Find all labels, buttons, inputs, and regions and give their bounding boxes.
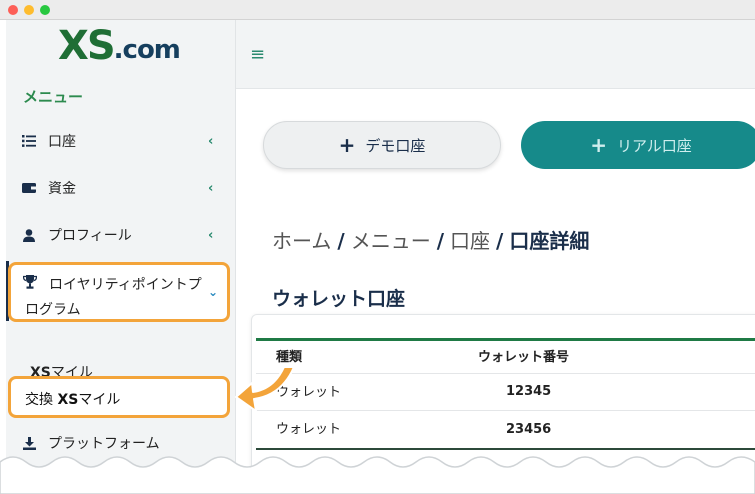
row-divider xyxy=(256,373,755,374)
cell-type: ウォレット xyxy=(276,422,342,437)
wallet-section-title: ウォレット口座 xyxy=(272,288,406,310)
sidebar-subitem-exchange-xs-miles[interactable]: 交換 XSマイル xyxy=(8,376,230,418)
demo-account-button[interactable]: + デモ口座 xyxy=(263,121,501,169)
table-top-rule xyxy=(256,338,755,341)
breadcrumb-separator: / xyxy=(337,229,345,253)
user-icon xyxy=(22,228,36,242)
pointer-arrow-icon xyxy=(235,366,295,412)
chevron-down-icon: ⌄ xyxy=(208,285,219,299)
column-header-wallet-number: ウォレット番号 xyxy=(478,350,570,365)
cell-wallet-number: 12345 xyxy=(506,384,552,399)
maximize-window-button[interactable] xyxy=(40,5,50,15)
breadcrumb-menu[interactable]: メニュー xyxy=(351,229,431,253)
plus-icon: + xyxy=(338,133,356,157)
exchange-prefix: 交換 xyxy=(25,392,58,408)
breadcrumb-home[interactable]: ホーム xyxy=(272,229,331,253)
cell-wallet-number: 23456 xyxy=(506,422,552,437)
top-header: ≡ xyxy=(236,20,755,89)
logo-com: .com xyxy=(113,35,181,65)
main-content: ≡ + デモ口座 + リアル口座 ホーム / メニュー / 口座 / 口座詳細 ウォレット口… xyxy=(236,20,755,476)
sidebar-item-funds[interactable]: 資金 ‹ xyxy=(6,168,235,208)
breadcrumb-separator: / xyxy=(496,229,504,253)
list-icon xyxy=(22,134,36,148)
row-divider xyxy=(256,410,755,411)
sidebar-item-label: 口座 xyxy=(48,134,76,150)
breadcrumb-account[interactable]: 口座 xyxy=(450,229,490,253)
sidebar-item-loyalty-program[interactable]: ロイヤリティポイントプログラム ⌄ xyxy=(8,262,230,322)
chevron-left-icon: ‹ xyxy=(208,180,214,196)
chevron-left-icon: ‹ xyxy=(208,227,214,243)
minimize-window-button[interactable] xyxy=(24,5,34,15)
sidebar-item-account[interactable]: 口座 ‹ xyxy=(6,121,235,161)
real-account-label: リアル口座 xyxy=(616,136,692,155)
column-header-type: 種類 xyxy=(276,350,303,365)
loyalty-label: ロイヤリティポイントプログラム xyxy=(25,277,202,318)
menu-heading: メニュー xyxy=(23,88,84,106)
close-window-button[interactable] xyxy=(8,5,18,15)
plus-icon: + xyxy=(590,133,607,157)
logo-xs: XS xyxy=(58,23,116,69)
sidebar-item-profile[interactable]: プロフィール ‹ xyxy=(6,215,235,255)
exchange-label: 交換 XSマイル xyxy=(25,389,120,409)
wallet-icon xyxy=(22,181,36,195)
real-account-button[interactable]: + リアル口座 xyxy=(521,121,755,169)
sidebar-item-label: プロフィール xyxy=(48,228,132,244)
xs-logo[interactable]: XS .com xyxy=(58,22,181,70)
app-window: XS .com メニュー 口座 ‹ 資金 ‹ プロフィール ‹ XSマイル プラ… xyxy=(0,0,755,494)
breadcrumb-current: 口座詳細 xyxy=(509,229,590,253)
breadcrumb-separator: / xyxy=(436,229,445,253)
demo-account-label: デモ口座 xyxy=(365,136,426,155)
sidebar-item-label: 資金 xyxy=(48,181,76,197)
exchange-bold: XS xyxy=(57,392,79,408)
exchange-suffix: マイル xyxy=(78,392,121,408)
breadcrumb: ホーム / メニュー / 口座 / 口座詳細 xyxy=(272,225,589,254)
torn-edge-divider xyxy=(0,456,755,494)
hamburger-menu-icon[interactable]: ≡ xyxy=(250,44,265,65)
window-titlebar xyxy=(0,0,755,20)
chevron-left-icon: ‹ xyxy=(208,133,214,149)
